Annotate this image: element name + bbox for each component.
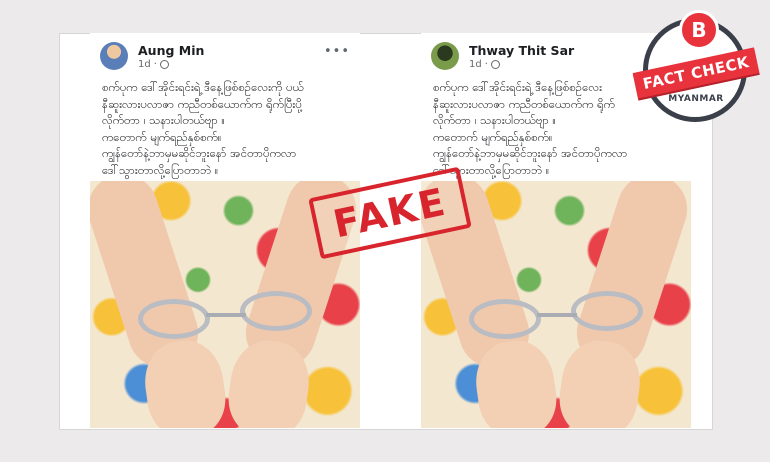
post-header: Aung Min 1d · ••• bbox=[100, 42, 360, 74]
badge-logo-letter: B bbox=[679, 10, 719, 50]
handcuff-left bbox=[138, 299, 210, 339]
globe-icon bbox=[490, 60, 500, 69]
handcuff-right bbox=[571, 291, 643, 331]
post-text: စက်ပုက ဒေါ်အိုင်းရင်းရဲ့ ဒီနေ့ဖြစ်စဥ်လေး… bbox=[102, 80, 304, 177]
avatar[interactable] bbox=[431, 42, 459, 70]
globe-icon bbox=[159, 60, 169, 69]
post-time[interactable]: 1d bbox=[469, 59, 482, 70]
handcuff-right bbox=[240, 291, 312, 331]
post-meta: 1d · bbox=[469, 59, 500, 70]
avatar[interactable] bbox=[100, 42, 128, 70]
handcuff-chain bbox=[206, 313, 246, 317]
post-time[interactable]: 1d bbox=[138, 59, 151, 70]
author-name[interactable]: Aung Min bbox=[138, 43, 204, 58]
badge-country: MYANMAR bbox=[668, 94, 724, 104]
handcuff-chain bbox=[537, 313, 577, 317]
author-name[interactable]: Thway Thit Sar bbox=[469, 43, 574, 58]
fact-check-badge: B FACT CHECK MYANMAR bbox=[632, 10, 760, 130]
post-meta: 1d · bbox=[138, 59, 169, 70]
handcuff-left bbox=[469, 299, 541, 339]
more-options-icon[interactable]: ••• bbox=[324, 44, 350, 59]
